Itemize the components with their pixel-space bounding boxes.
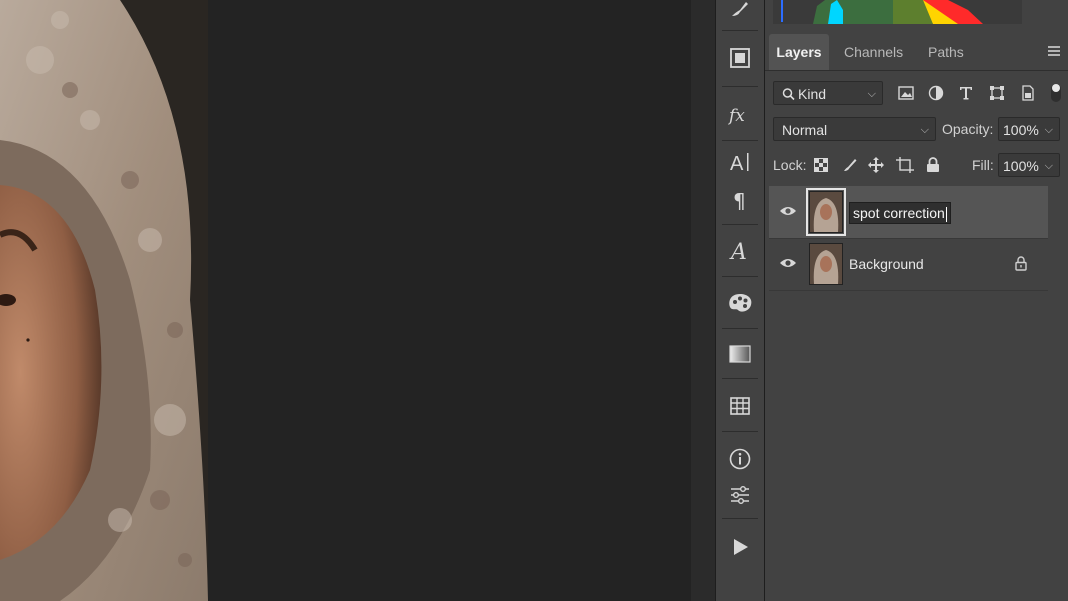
eye-icon[interactable]	[779, 256, 797, 270]
adjustments-icon[interactable]	[724, 479, 756, 511]
tab-paths[interactable]: Paths	[928, 34, 964, 70]
filter-toggle[interactable]	[1051, 84, 1061, 102]
layer-row-background[interactable]: Background	[769, 238, 1048, 291]
info-icon[interactable]	[724, 443, 756, 475]
search-icon	[782, 82, 795, 113]
filter-kind-label: Kind	[798, 86, 827, 102]
layer-thumbnail[interactable]	[806, 188, 846, 236]
lock-position-icon[interactable]	[866, 155, 886, 175]
lock-label: Lock:	[773, 157, 807, 173]
layers-list: spot correction Background	[765, 184, 1068, 601]
lock-all-icon[interactable]	[923, 155, 943, 175]
lock-transparent-pixels-icon[interactable]	[811, 155, 831, 175]
panel-icon[interactable]	[724, 42, 756, 74]
svg-text:¶: ¶	[733, 189, 746, 212]
lock-icon[interactable]	[1015, 256, 1027, 276]
adjustment-layer-filter-icon[interactable]	[926, 83, 946, 103]
layer-name-input[interactable]: spot correction	[849, 202, 951, 224]
chevron-down-icon: ⌵	[920, 124, 929, 136]
svg-text:A: A	[729, 240, 747, 263]
panel-tabs: Layers Channels Paths	[765, 34, 1068, 71]
brush-settings-icon[interactable]	[724, 0, 756, 24]
collapsed-panels-bar: fx A ¶ A	[715, 0, 765, 601]
blend-mode-value: Normal	[782, 122, 828, 138]
chevron-down-icon[interactable]: ⌵	[1045, 154, 1053, 178]
lock-artboard-icon[interactable]	[895, 155, 915, 175]
play-icon[interactable]	[724, 531, 756, 563]
table-icon[interactable]	[724, 390, 756, 422]
type-layer-filter-icon[interactable]	[956, 83, 976, 103]
document-canvas[interactable]	[0, 0, 691, 601]
chevron-down-icon[interactable]: ⌵	[1045, 118, 1053, 142]
layer-name: Background	[849, 256, 924, 272]
tab-channels[interactable]: Channels	[844, 34, 903, 70]
histogram-preview	[773, 0, 1022, 24]
fill-value: 100%	[1003, 158, 1039, 174]
swatches-icon[interactable]	[724, 287, 756, 319]
tab-layers[interactable]: Layers	[769, 34, 829, 70]
layers-panel: Layers Channels Paths Kind ⌵ Normal ⌵ Op…	[765, 0, 1068, 601]
photo-portrait	[0, 0, 208, 601]
chevron-down-icon: ⌵	[867, 88, 876, 100]
pixel-layer-filter-icon[interactable]	[896, 83, 916, 103]
lock-image-pixels-icon[interactable]	[840, 155, 860, 175]
blend-mode-dropdown[interactable]: Normal ⌵	[773, 117, 936, 141]
portrait-image	[0, 0, 208, 601]
panel-menu-icon[interactable]	[1048, 46, 1060, 56]
fx-icon[interactable]: fx	[724, 98, 756, 130]
opacity-input[interactable]: 100% ⌵	[998, 117, 1060, 141]
opacity-label: Opacity:	[942, 121, 994, 137]
fill-input[interactable]: 100% ⌵	[998, 153, 1060, 177]
glyphs-icon[interactable]: A	[724, 234, 756, 266]
fill-label: Fill:	[972, 157, 994, 173]
character-icon[interactable]: A	[724, 146, 756, 178]
eye-icon[interactable]	[779, 204, 797, 218]
filter-kind-dropdown[interactable]: Kind ⌵	[773, 81, 883, 105]
gradient-icon[interactable]	[724, 338, 756, 370]
layer-thumbnail[interactable]	[809, 243, 843, 285]
svg-text:fx: fx	[727, 106, 745, 125]
shape-layer-filter-icon[interactable]	[987, 83, 1007, 103]
smart-object-filter-icon[interactable]	[1018, 83, 1038, 103]
svg-text:A: A	[730, 153, 744, 174]
opacity-value: 100%	[1003, 122, 1039, 138]
panel-gutter	[691, 0, 715, 601]
layer-row-spot-correction[interactable]: spot correction	[769, 186, 1048, 239]
paragraph-icon[interactable]: ¶	[724, 184, 756, 216]
